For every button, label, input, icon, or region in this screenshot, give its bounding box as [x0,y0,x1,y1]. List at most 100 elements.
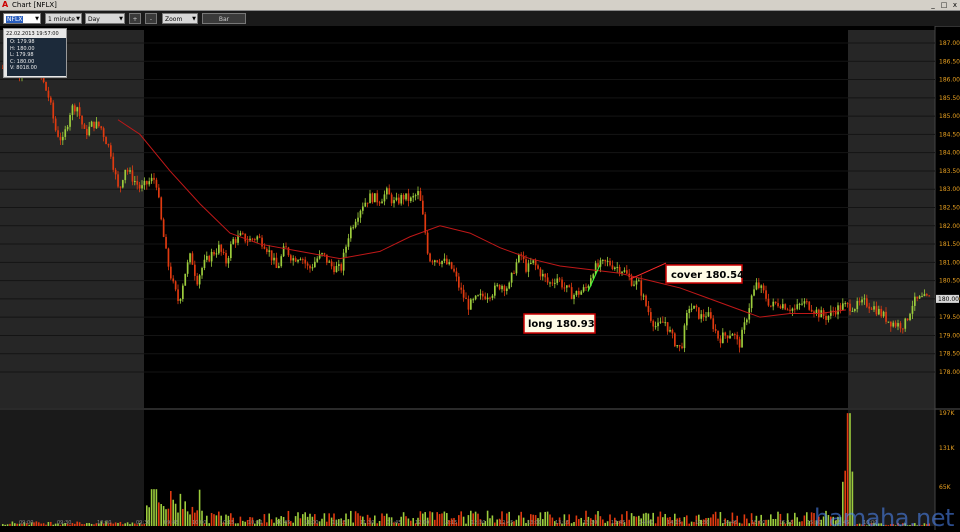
candle-body [525,259,527,272]
candle-body [657,322,659,327]
candle-body [551,282,554,284]
candle-body [102,128,105,138]
candle-body [309,265,311,269]
time-tick-label: 14:15 [667,520,681,526]
volume-bar [578,519,580,526]
volume-bar [114,522,117,526]
time-tick-label: 10:00 [192,520,206,526]
volume-bar [659,511,662,526]
candle-body [762,285,765,291]
candle-body [162,219,165,237]
candle-body [266,248,268,252]
candle-body [441,260,443,265]
candle-body [218,244,220,254]
candle-body [568,285,571,288]
candle-body [518,254,520,263]
symbol-select[interactable]: NFLX ▼ [3,13,41,24]
candle-body [647,305,650,313]
candle-body [220,244,223,252]
volume-bar [270,519,273,526]
time-tick-label: 10:15 [220,520,234,526]
candle-body [340,264,343,271]
candle-body [563,287,566,289]
candle-body [611,265,614,269]
volume-bar [50,521,52,526]
volume-bar [71,522,74,526]
volume-bar [14,523,16,526]
time-tick-label: 09:30 [136,520,150,526]
candle-body [62,136,64,141]
volume-bar [357,513,359,526]
interval-select[interactable]: 1 minute ▼ [45,13,82,24]
candle-body [851,310,854,312]
volume-bar [326,521,328,526]
price-tick-label: 178.50 [939,351,960,358]
volume-bar [743,514,746,526]
candle-body [501,285,503,290]
candle-body [47,90,50,98]
price-tick-label: 186.00 [939,77,960,84]
candle-body [750,295,753,309]
zoom-in-button[interactable]: + [129,13,141,24]
candle-body [227,258,230,264]
maximize-button[interactable]: □ [939,1,949,9]
candle-body [136,181,139,185]
candle-body [698,307,700,319]
price-chart[interactable]: 187.00 186.50 186.00 185.50 185.00 184.50 184.… [0,26,960,530]
candle-body [194,264,196,276]
candle-body [729,335,731,339]
candle-body [743,322,746,330]
candle-body [484,296,487,300]
candle-body [362,206,364,211]
candle-body [222,251,225,254]
candle-body [429,253,431,262]
volume-bar [765,519,767,526]
price-tick-label: 183.00 [939,186,960,193]
candle-body [378,202,381,204]
interval-value: 1 minute [48,16,75,23]
candle-body [904,318,907,329]
volume-bar [112,523,114,526]
candle-body [506,288,508,291]
volume-bar [38,522,40,526]
candle-body [669,329,671,332]
close-button[interactable]: x [950,1,960,9]
time-tick-label: 13:15 [555,520,569,526]
volume-bar [542,519,544,526]
candle-body [472,299,475,301]
volume-bar [654,523,657,526]
candle-body [186,262,189,274]
candle-body [894,322,897,327]
candle-body [177,289,179,301]
volume-bar [88,523,90,526]
volume-bar [635,516,638,526]
candle-body [921,296,923,298]
volume-bar [9,523,11,526]
candle-body [774,301,777,304]
candle-body [124,169,127,181]
candle-body [856,301,859,310]
candle-body [566,285,568,288]
zoom-select[interactable]: Zoom ▼ [162,13,198,24]
candle-body [609,260,611,266]
range-select[interactable]: Day ▼ [85,13,125,24]
candle-body [791,308,794,311]
volume-bar [513,521,515,526]
volume-bar [352,522,354,526]
candle-body [323,253,326,255]
candle-body [858,301,861,303]
candle-body [434,260,436,263]
zoom-out-button[interactable]: - [145,13,157,24]
candle-body [172,278,175,282]
volume-bar [155,489,158,526]
chart-style-button[interactable]: Bar [202,13,246,24]
candle-body [81,115,83,125]
candle-body [875,306,878,315]
candle-body [736,334,739,340]
volume-bar [11,521,14,526]
candle-body [374,193,376,203]
candle-body [474,295,477,300]
minimize-button[interactable]: _ [928,1,938,9]
volume-bar [575,515,578,526]
volume-bar [494,522,496,526]
